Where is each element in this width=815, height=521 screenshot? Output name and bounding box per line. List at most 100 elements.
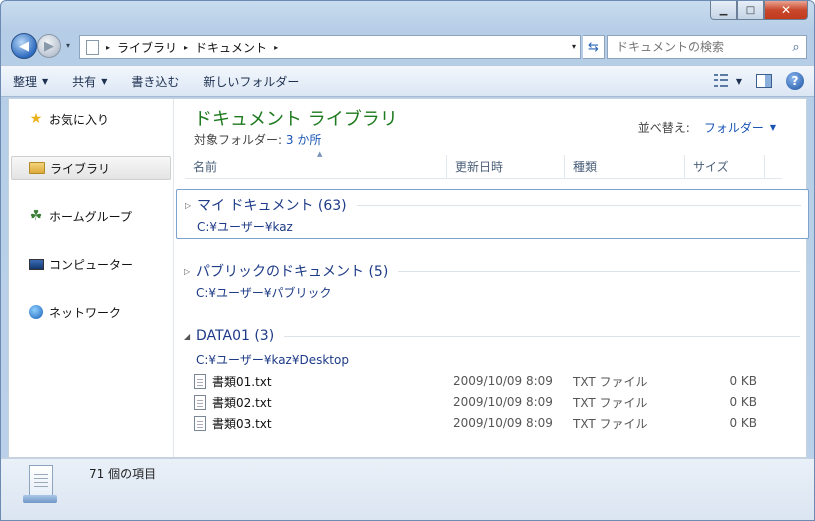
document-icon bbox=[86, 39, 99, 55]
file-date: 2009/10/09 8:09 bbox=[453, 374, 553, 388]
organize-label: 整理 bbox=[13, 74, 38, 89]
search-icon[interactable]: ⌕ bbox=[786, 40, 806, 55]
sidebar-item-network[interactable]: ネットワーク bbox=[11, 300, 171, 324]
address-dropdown-icon[interactable]: ▾ bbox=[572, 42, 576, 51]
close-button[interactable]: ✕ bbox=[764, 1, 808, 20]
new-folder-button[interactable]: 新しいフォルダー bbox=[191, 66, 311, 96]
back-button[interactable]: ◀ bbox=[11, 33, 37, 59]
breadcrumb-documents[interactable]: ドキュメント bbox=[195, 39, 267, 56]
file-date: 2009/10/09 8:09 bbox=[453, 416, 553, 430]
view-dropdown-icon[interactable]: ▼ bbox=[736, 77, 742, 86]
star-icon: ★ bbox=[29, 111, 43, 127]
group-name: パブリックのドキュメント (5) bbox=[196, 264, 389, 280]
group-path: C:¥ユーザー¥kaz bbox=[197, 220, 293, 234]
file-list-pane: ドキュメント ライブラリ 対象フォルダー: 3 か所 並べ替え: フォルダー ▼… bbox=[175, 99, 809, 457]
column-type[interactable]: 種類 bbox=[565, 155, 685, 178]
group-my-documents[interactable]: ▷ マイ ドキュメント (63) C:¥ユーザー¥kaz bbox=[176, 189, 809, 239]
breadcrumb-libraries[interactable]: ライブラリ bbox=[117, 39, 177, 56]
share-label: 共有 bbox=[72, 74, 97, 89]
file-type: TXT ファイル bbox=[573, 416, 648, 431]
arrange-value-link[interactable]: フォルダー bbox=[704, 119, 764, 136]
column-size[interactable]: サイズ bbox=[685, 155, 765, 178]
chevron-down-icon[interactable]: ▼ bbox=[770, 123, 776, 132]
sidebar-item-computer[interactable]: コンピューター bbox=[11, 252, 171, 276]
group-path: C:¥ユーザー¥パブリック bbox=[196, 286, 332, 300]
file-size: 0 KB bbox=[729, 374, 757, 388]
breadcrumb-separator[interactable]: ▸ bbox=[106, 43, 110, 52]
file-type: TXT ファイル bbox=[573, 395, 648, 410]
address-bar[interactable]: ▸ ライブラリ ▸ ドキュメント ▸ ▾ bbox=[79, 35, 581, 59]
minimize-button[interactable]: ▁ bbox=[710, 1, 737, 20]
group-public-documents[interactable]: ▷ パブリックのドキュメント (5) C:¥ユーザー¥パブリック bbox=[176, 256, 809, 306]
share-button[interactable]: 共有 ▼ bbox=[60, 66, 119, 96]
network-icon bbox=[27, 304, 45, 320]
breadcrumb-separator[interactable]: ▸ bbox=[274, 43, 278, 52]
expand-icon[interactable]: ▷ bbox=[184, 267, 196, 276]
group-header[interactable]: ◢ DATA01 (3) bbox=[184, 328, 804, 344]
sidebar-item-homegroup[interactable]: ☘ ホームグループ bbox=[11, 204, 171, 228]
view-options-icon[interactable] bbox=[713, 74, 730, 88]
file-name: 書類03.txt bbox=[212, 416, 272, 431]
file-date: 2009/10/09 8:09 bbox=[453, 395, 553, 409]
sidebar-item-label: ホームグループ bbox=[49, 209, 132, 224]
library-icon bbox=[28, 160, 46, 176]
forward-button[interactable]: ▶ bbox=[37, 34, 61, 58]
help-icon[interactable]: ? bbox=[786, 72, 804, 90]
column-name[interactable]: ▲ 名前 bbox=[185, 150, 447, 178]
sidebar-item-label: ライブラリ bbox=[50, 161, 111, 176]
details-pane: 71 個の項目 bbox=[1, 458, 814, 520]
navigation-pane: ★ お気に入り ライブラリ ☘ ホームグループ コンピューター ネットワーク bbox=[9, 99, 174, 457]
file-type: TXT ファイル bbox=[573, 374, 648, 389]
expand-icon[interactable]: ▷ bbox=[185, 201, 197, 210]
maximize-button[interactable]: □ bbox=[737, 1, 764, 20]
library-title: ドキュメント ライブラリ bbox=[194, 109, 398, 130]
collapse-icon[interactable]: ◢ bbox=[184, 332, 196, 341]
recent-pages-dropdown[interactable]: ▾ bbox=[66, 41, 70, 50]
file-size: 0 KB bbox=[729, 395, 757, 409]
arrange-by: 並べ替え: フォルダー ▼ bbox=[638, 119, 776, 136]
search-input[interactable] bbox=[608, 40, 786, 54]
group-name: マイ ドキュメント (63) bbox=[197, 198, 347, 214]
refresh-button[interactable]: ⇆ bbox=[583, 35, 605, 59]
file-name: 書類02.txt bbox=[212, 395, 272, 410]
sidebar-item-label: コンピューター bbox=[49, 257, 134, 272]
organize-button[interactable]: 整理 ▼ bbox=[1, 66, 60, 96]
sidebar-item-favorites[interactable]: ★ お気に入り bbox=[11, 107, 171, 131]
content-area: ★ お気に入り ライブラリ ☘ ホームグループ コンピューター ネットワーク ド… bbox=[8, 98, 809, 458]
chevron-down-icon: ▼ bbox=[42, 76, 49, 86]
group-name: DATA01 (3) bbox=[196, 328, 275, 344]
column-headers: ▲ 名前 更新日時 種類 サイズ bbox=[185, 150, 782, 179]
file-size: 0 KB bbox=[729, 416, 757, 430]
sort-ascending-icon: ▲ bbox=[317, 150, 323, 158]
computer-icon bbox=[27, 256, 45, 272]
group-header[interactable]: ▷ パブリックのドキュメント (5) bbox=[184, 261, 804, 281]
library-subtitle: 対象フォルダー: 3 か所 bbox=[194, 131, 321, 148]
burn-button[interactable]: 書き込む bbox=[119, 66, 191, 96]
file-row[interactable]: 書類01.txt 2009/10/09 8:09 TXT ファイル 0 KB bbox=[194, 371, 774, 391]
sidebar-item-label: お気に入り bbox=[49, 112, 110, 127]
sidebar-item-label: ネットワーク bbox=[49, 305, 122, 320]
group-path: C:¥ユーザー¥kaz¥Desktop bbox=[196, 353, 349, 367]
search-box[interactable]: ⌕ bbox=[607, 35, 807, 59]
preview-pane-icon[interactable] bbox=[756, 74, 772, 88]
group-divider bbox=[284, 335, 800, 337]
command-bar: 整理 ▼ 共有 ▼ 書き込む 新しいフォルダー ▼ ? bbox=[1, 65, 814, 97]
column-name-label: 名前 bbox=[193, 160, 218, 174]
sidebar-item-libraries[interactable]: ライブラリ bbox=[11, 156, 171, 180]
group-header[interactable]: ▷ マイ ドキュメント (63) bbox=[185, 195, 805, 215]
homegroup-icon: ☘ bbox=[29, 208, 43, 224]
chevron-down-icon: ▼ bbox=[101, 76, 108, 86]
text-file-icon bbox=[194, 415, 206, 431]
file-row[interactable]: 書類03.txt 2009/10/09 8:09 TXT ファイル 0 KB bbox=[194, 413, 774, 433]
caption-buttons: ▁ □ ✕ bbox=[710, 1, 808, 21]
item-count: 71 個の項目 bbox=[89, 467, 157, 481]
file-row[interactable]: 書類02.txt 2009/10/09 8:09 TXT ファイル 0 KB bbox=[194, 392, 774, 412]
toolbar-right: ▼ ? bbox=[713, 72, 804, 90]
locations-link[interactable]: 3 か所 bbox=[286, 133, 321, 147]
explorer-window: ▁ □ ✕ ◀ ▶ ▾ ▸ ライブラリ ▸ ドキュメント ▸ ▾ ⇆ ⌕ 整理 … bbox=[0, 0, 815, 521]
breadcrumb-separator[interactable]: ▸ bbox=[184, 43, 188, 52]
file-name: 書類01.txt bbox=[212, 374, 272, 389]
column-date-modified[interactable]: 更新日時 bbox=[447, 155, 565, 178]
group-divider bbox=[356, 204, 801, 206]
documents-library-icon bbox=[23, 465, 57, 505]
